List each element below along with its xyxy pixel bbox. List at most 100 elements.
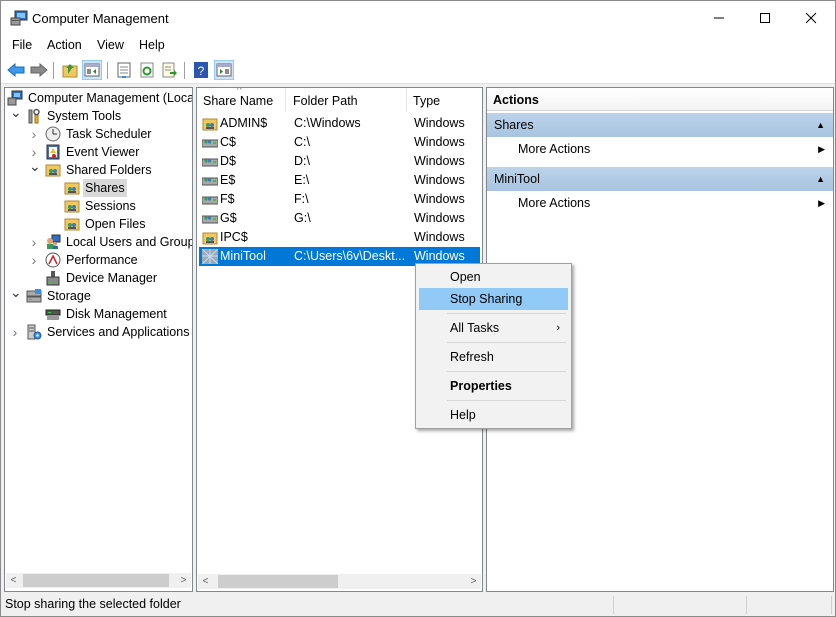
share-row-f[interactable]: F$ F:\ Windows (199, 190, 480, 209)
actions-title: Actions (487, 88, 833, 111)
minimize-button[interactable] (696, 1, 742, 35)
cell-type: Windows (414, 230, 465, 244)
tree-item-services-and-applications[interactable]: › Services and Applications (5, 323, 192, 341)
tree-item-sessions[interactable]: Sessions (5, 197, 192, 215)
tree-item-shared-folders[interactable]: ⌄ Shared Folders (5, 159, 192, 179)
up-one-level-button[interactable] (60, 60, 80, 80)
menu-item-stop-sharing[interactable]: Stop Sharing (419, 288, 568, 310)
tree-item-label: System Tools (47, 109, 122, 123)
computer-management-icon (10, 10, 28, 26)
tree-item-device-manager[interactable]: Device Manager (5, 269, 192, 287)
scrollbar-thumb[interactable] (23, 574, 169, 587)
cell-path: D:\ (294, 154, 310, 168)
tree-item-system-tools[interactable]: ⌄ System Tools (5, 105, 192, 125)
scroll-right-icon[interactable]: > (466, 574, 481, 589)
menu-item-help[interactable]: Help (419, 404, 568, 426)
menu-file[interactable]: File (12, 38, 32, 52)
tree-item-label: Performance (66, 253, 138, 267)
share-row-c[interactable]: C$ C:\ Windows (199, 133, 480, 152)
computer-management-window: Computer Management File Action View Hel… (0, 0, 836, 617)
list-horizontal-scrollbar[interactable]: < > (198, 574, 481, 589)
cell-path: C:\Users\6v\Deskt... (294, 249, 406, 263)
properties-button[interactable] (114, 60, 134, 80)
tree-item-performance[interactable]: › Performance (5, 251, 192, 269)
chevron-right-icon[interactable]: › (29, 125, 39, 143)
shared-folder-icon (202, 230, 218, 245)
share-row-g[interactable]: G$ G:\ Windows (199, 209, 480, 228)
shared-drive-icon (201, 154, 219, 169)
status-bar: Stop sharing the selected folder (1, 593, 835, 616)
tree-item-label: Storage (47, 289, 91, 303)
console-tree-pane: Computer Management (Local ⌄ System Tools ›… (4, 87, 193, 592)
scroll-left-icon[interactable]: < (6, 573, 21, 588)
chevron-right-icon[interactable]: › (29, 251, 39, 269)
tree-item-local-users-and-groups[interactable]: › Local Users and Groups (5, 233, 193, 251)
title-bar: Computer Management (1, 1, 835, 35)
services-icon (26, 324, 42, 340)
more-actions-minitool[interactable]: More Actions ▶ (487, 191, 833, 215)
toolbar-separator (53, 62, 54, 79)
close-button[interactable] (788, 1, 834, 35)
menu-view[interactable]: View (97, 38, 124, 52)
chevron-down-icon[interactable]: ⌄ (10, 285, 22, 305)
share-row-d[interactable]: D$ D:\ Windows (199, 152, 480, 171)
show-hide-console-tree-button[interactable] (82, 60, 102, 80)
cell-type: Windows (414, 154, 465, 168)
cell-name: G$ (220, 211, 237, 225)
help-button[interactable]: ? (191, 60, 211, 80)
chevron-right-icon[interactable]: › (10, 323, 20, 341)
chevron-right-icon[interactable]: › (29, 233, 39, 251)
cell-type: Windows (414, 211, 465, 225)
status-divider (831, 596, 832, 614)
menu-separator (447, 342, 566, 343)
share-row-admin[interactable]: ADMIN$ C:\Windows Windows (199, 114, 480, 133)
more-actions-shares[interactable]: More Actions ▶ (487, 137, 833, 161)
tree-item-label: Local Users and Groups (66, 235, 193, 249)
column-header-share-name[interactable]: Share Name ^ (197, 88, 286, 112)
show-hide-action-pane-button[interactable] (214, 60, 234, 80)
menu-item-open[interactable]: Open (419, 266, 568, 288)
share-row-e[interactable]: E$ E:\ Windows (199, 171, 480, 190)
tree-item-storage[interactable]: ⌄ Storage (5, 285, 192, 305)
performance-icon (45, 252, 61, 268)
menu-item-refresh[interactable]: Refresh (419, 346, 568, 368)
folder-up-icon (62, 64, 78, 78)
tree-horizontal-scrollbar[interactable]: < > (6, 573, 191, 588)
menu-action[interactable]: Action (47, 38, 82, 52)
cell-name: IPC$ (220, 230, 248, 244)
menu-help[interactable]: Help (139, 38, 165, 52)
context-menu: Open Stop Sharing All Tasks › Refresh Pr… (415, 263, 572, 429)
actions-group-minitool[interactable]: MiniTool ▲ (487, 167, 833, 191)
cell-path: E:\ (294, 173, 310, 187)
shared-drive-icon (201, 135, 219, 150)
submenu-chevron-icon: › (556, 322, 560, 334)
forward-button[interactable] (29, 60, 49, 80)
export-list-button[interactable] (160, 60, 180, 80)
maximize-button[interactable] (742, 1, 788, 35)
tree-item-label: Open Files (85, 217, 146, 231)
chevron-down-icon[interactable]: ⌄ (10, 105, 22, 125)
share-row-ipc[interactable]: IPC$ Windows (199, 228, 480, 247)
tree-item-open-files[interactable]: Open Files (5, 215, 192, 233)
tree-item-label: Disk Management (66, 307, 167, 321)
status-text: Stop sharing the selected folder (5, 597, 181, 611)
tree-item-task-scheduler[interactable]: › Task Scheduler (5, 125, 192, 143)
tree-item-computer-management-local[interactable]: Computer Management (Local (5, 89, 192, 107)
refresh-button[interactable] (137, 60, 157, 80)
back-button[interactable] (6, 60, 26, 80)
menu-item-properties[interactable]: Properties (419, 375, 568, 397)
actions-group-shares[interactable]: Shares ▲ (487, 113, 833, 137)
column-header-folder-path[interactable]: Folder Path (287, 88, 407, 112)
menu-item-all-tasks[interactable]: All Tasks › (419, 317, 568, 339)
chevron-down-icon[interactable]: ⌄ (29, 159, 41, 179)
users-icon (45, 234, 61, 250)
svg-text:?: ? (198, 64, 205, 78)
column-header-type[interactable]: Type (407, 88, 482, 112)
scroll-right-icon[interactable]: > (176, 573, 191, 588)
tree-item-shares[interactable]: Shares (5, 179, 192, 197)
scroll-left-icon[interactable]: < (198, 574, 213, 589)
cell-path: G:\ (294, 211, 311, 225)
scrollbar-thumb[interactable] (218, 575, 338, 588)
tree-item-disk-management[interactable]: Disk Management (5, 305, 192, 323)
toolbar: ? (1, 57, 835, 84)
